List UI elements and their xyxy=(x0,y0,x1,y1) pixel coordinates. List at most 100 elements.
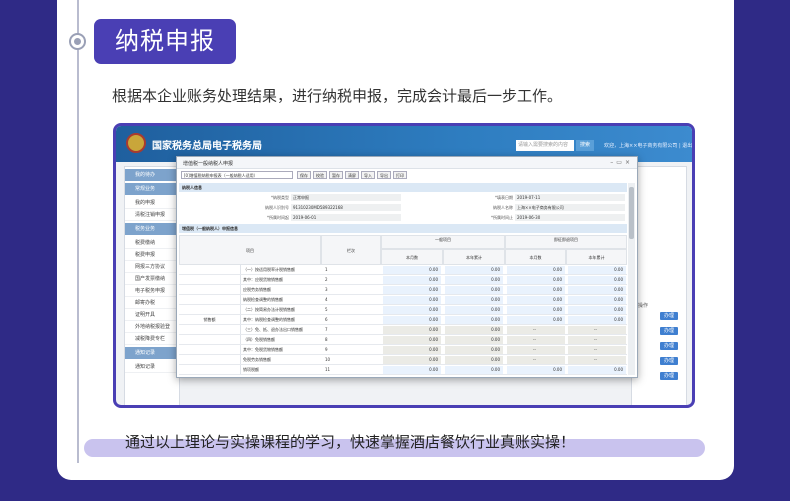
amount-cell[interactable]: 0.00 xyxy=(383,286,441,294)
amount-cell: -- xyxy=(568,346,626,354)
amount-cell[interactable]: 0.00 xyxy=(383,276,441,284)
sidebar-item[interactable]: 清税注销申报 xyxy=(125,209,179,221)
amount-cell[interactable]: 0.00 xyxy=(445,336,503,344)
restore-icon[interactable]: ▭ xyxy=(616,159,625,166)
sidebar-item[interactable]: 网报三方协议 xyxy=(125,261,179,273)
period-end-label: *所属时间止 xyxy=(491,215,513,220)
amount-cell[interactable]: 0.00 xyxy=(445,276,503,284)
sidebar-item[interactable]: 国产发票缴纳 xyxy=(125,273,179,285)
amount-cell: -- xyxy=(568,356,626,364)
handle-button[interactable]: 办理 xyxy=(660,327,678,335)
operation-header: 操作 xyxy=(638,303,649,309)
amount-cell[interactable]: 0.00 xyxy=(383,336,441,344)
sidebar-item[interactable]: 外地纳税报验登 xyxy=(125,321,179,333)
row-number: 9 xyxy=(325,347,328,352)
amount-cell[interactable]: 0.00 xyxy=(383,316,441,324)
form-select[interactable]: [0]增值税纳税申报表（一般纳税人适用） xyxy=(181,171,293,179)
taxpayer-type-field[interactable]: 正常申报 xyxy=(291,194,401,201)
taxpayer-name-field: 上海××电子商务有限公司 xyxy=(515,204,625,211)
amount-cell[interactable]: 0.00 xyxy=(383,356,441,364)
close-icon[interactable]: × xyxy=(625,159,633,166)
amount-cell[interactable]: 0.00 xyxy=(568,296,626,304)
amount-cell[interactable]: 0.00 xyxy=(445,306,503,314)
import-button[interactable]: 导入 xyxy=(361,171,375,179)
amount-cell[interactable]: 0.00 xyxy=(383,296,441,304)
table-row: （四）免税销售额 8 0.00 0.00 -- -- xyxy=(179,335,627,345)
modal-scrollbar[interactable] xyxy=(628,183,635,375)
sidebar: 我的待办常规业务我的申报 清税注销申报 税务业务税费缴纳 税费申报 网报三方协议 国产发票… xyxy=(124,166,180,405)
print-button[interactable]: 打印 xyxy=(393,171,407,179)
amount-cell[interactable]: 0.00 xyxy=(445,296,503,304)
sidebar-group[interactable]: 通知记录 xyxy=(125,347,179,359)
handle-button[interactable]: 办理 xyxy=(660,372,678,380)
amount-cell[interactable]: 0.00 xyxy=(445,266,503,274)
sidebar-item[interactable]: 税费申报 xyxy=(125,249,179,261)
period-start-field[interactable]: 2019-06-01 xyxy=(291,214,401,221)
header-year-total: 本年累计 xyxy=(443,249,505,265)
row-name: （一）按适用税率计税销售额 xyxy=(243,267,295,272)
handle-button[interactable]: 办理 xyxy=(660,312,678,320)
table-row: 其中：免税货物销售额 9 0.00 0.00 -- -- xyxy=(179,345,627,355)
search-button[interactable]: 搜索 xyxy=(576,140,594,151)
row-name: （四）免税销售额 xyxy=(243,337,275,342)
amount-cell[interactable]: 0.00 xyxy=(507,366,565,374)
sidebar-item[interactable]: 证明开具 xyxy=(125,309,179,321)
amount-cell[interactable]: 0.00 xyxy=(445,286,503,294)
amount-cell[interactable]: 0.00 xyxy=(568,316,626,324)
draft-button[interactable]: 暂存 xyxy=(329,171,343,179)
section-heading: 纳税申报 xyxy=(94,19,236,64)
sidebar-group[interactable]: 税务业务 xyxy=(125,223,179,235)
amount-cell[interactable]: 0.00 xyxy=(383,266,441,274)
amount-cell[interactable]: 0.00 xyxy=(507,316,565,324)
amount-cell[interactable]: 0.00 xyxy=(445,356,503,364)
sidebar-item[interactable]: 电子税务申报 xyxy=(125,285,179,297)
amount-cell[interactable]: 0.00 xyxy=(383,306,441,314)
amount-cell[interactable]: 0.00 xyxy=(568,266,626,274)
tax-bureau-screenshot: 国家税务总局电子税务局 请输入需要搜索的内容 搜索 欢迎，上海××电子商务有限公… xyxy=(113,123,695,408)
header-col-no: 栏次 xyxy=(321,235,381,265)
scroll-thumb[interactable] xyxy=(629,187,634,239)
amount-cell[interactable]: 0.00 xyxy=(445,366,503,374)
fill-date-field[interactable]: 2019-07-11 xyxy=(515,194,625,201)
period-end-field[interactable]: 2019-06-30 xyxy=(515,214,625,221)
section-taxpayer-info: 纳税人信息 xyxy=(179,183,627,192)
save-button[interactable]: 保存 xyxy=(297,171,311,179)
amount-cell[interactable]: 0.00 xyxy=(383,366,441,374)
amount-cell[interactable]: 0.00 xyxy=(568,306,626,314)
search-input[interactable]: 请输入需要搜索的内容 xyxy=(516,140,574,151)
row-name: 销项税额 xyxy=(243,367,259,372)
amount-cell[interactable]: 0.00 xyxy=(383,346,441,354)
header-year-total: 本年累计 xyxy=(566,249,627,265)
window-controls[interactable]: –▭× xyxy=(610,159,633,166)
validate-button[interactable]: 校验 xyxy=(313,171,327,179)
sidebar-group[interactable]: 我的待办 xyxy=(125,169,179,181)
amount-cell[interactable]: 0.00 xyxy=(507,286,565,294)
amount-cell[interactable]: 0.00 xyxy=(568,276,626,284)
amount-cell[interactable]: 0.00 xyxy=(507,306,565,314)
clear-button[interactable]: 清屏 xyxy=(345,171,359,179)
amount-cell[interactable]: 0.00 xyxy=(383,326,441,334)
modal-title: 增值税一般纳税人申报 xyxy=(183,161,234,167)
sidebar-item[interactable]: 邮寄办税 xyxy=(125,297,179,309)
row-number: 7 xyxy=(325,327,328,332)
export-button[interactable]: 导出 xyxy=(377,171,391,179)
row-number: 11 xyxy=(325,367,331,372)
amount-cell[interactable]: 0.00 xyxy=(568,286,626,294)
handle-button[interactable]: 办理 xyxy=(660,357,678,365)
amount-cell[interactable]: 0.00 xyxy=(568,366,626,374)
amount-cell[interactable]: 0.00 xyxy=(445,326,503,334)
amount-cell[interactable]: 0.00 xyxy=(445,316,503,324)
sidebar-item[interactable]: 减税降费专栏 xyxy=(125,333,179,345)
handle-button[interactable]: 办理 xyxy=(660,342,678,350)
amount-cell[interactable]: 0.00 xyxy=(507,266,565,274)
sidebar-item[interactable]: 通知记录 xyxy=(125,361,179,373)
amount-cell[interactable]: 0.00 xyxy=(507,276,565,284)
amount-cell[interactable]: 0.00 xyxy=(507,296,565,304)
sidebar-item[interactable]: 税费缴纳 xyxy=(125,237,179,249)
sidebar-group[interactable]: 常规业务 xyxy=(125,183,179,195)
row-name: 纳税检查调整的销售额 xyxy=(243,297,283,302)
sidebar-item[interactable]: 我的申报 xyxy=(125,197,179,209)
amount-cell[interactable]: 0.00 xyxy=(445,346,503,354)
user-info[interactable]: 欢迎，上海××电子商务有限公司 | 退出 xyxy=(604,142,692,149)
row-number: 10 xyxy=(325,357,331,362)
